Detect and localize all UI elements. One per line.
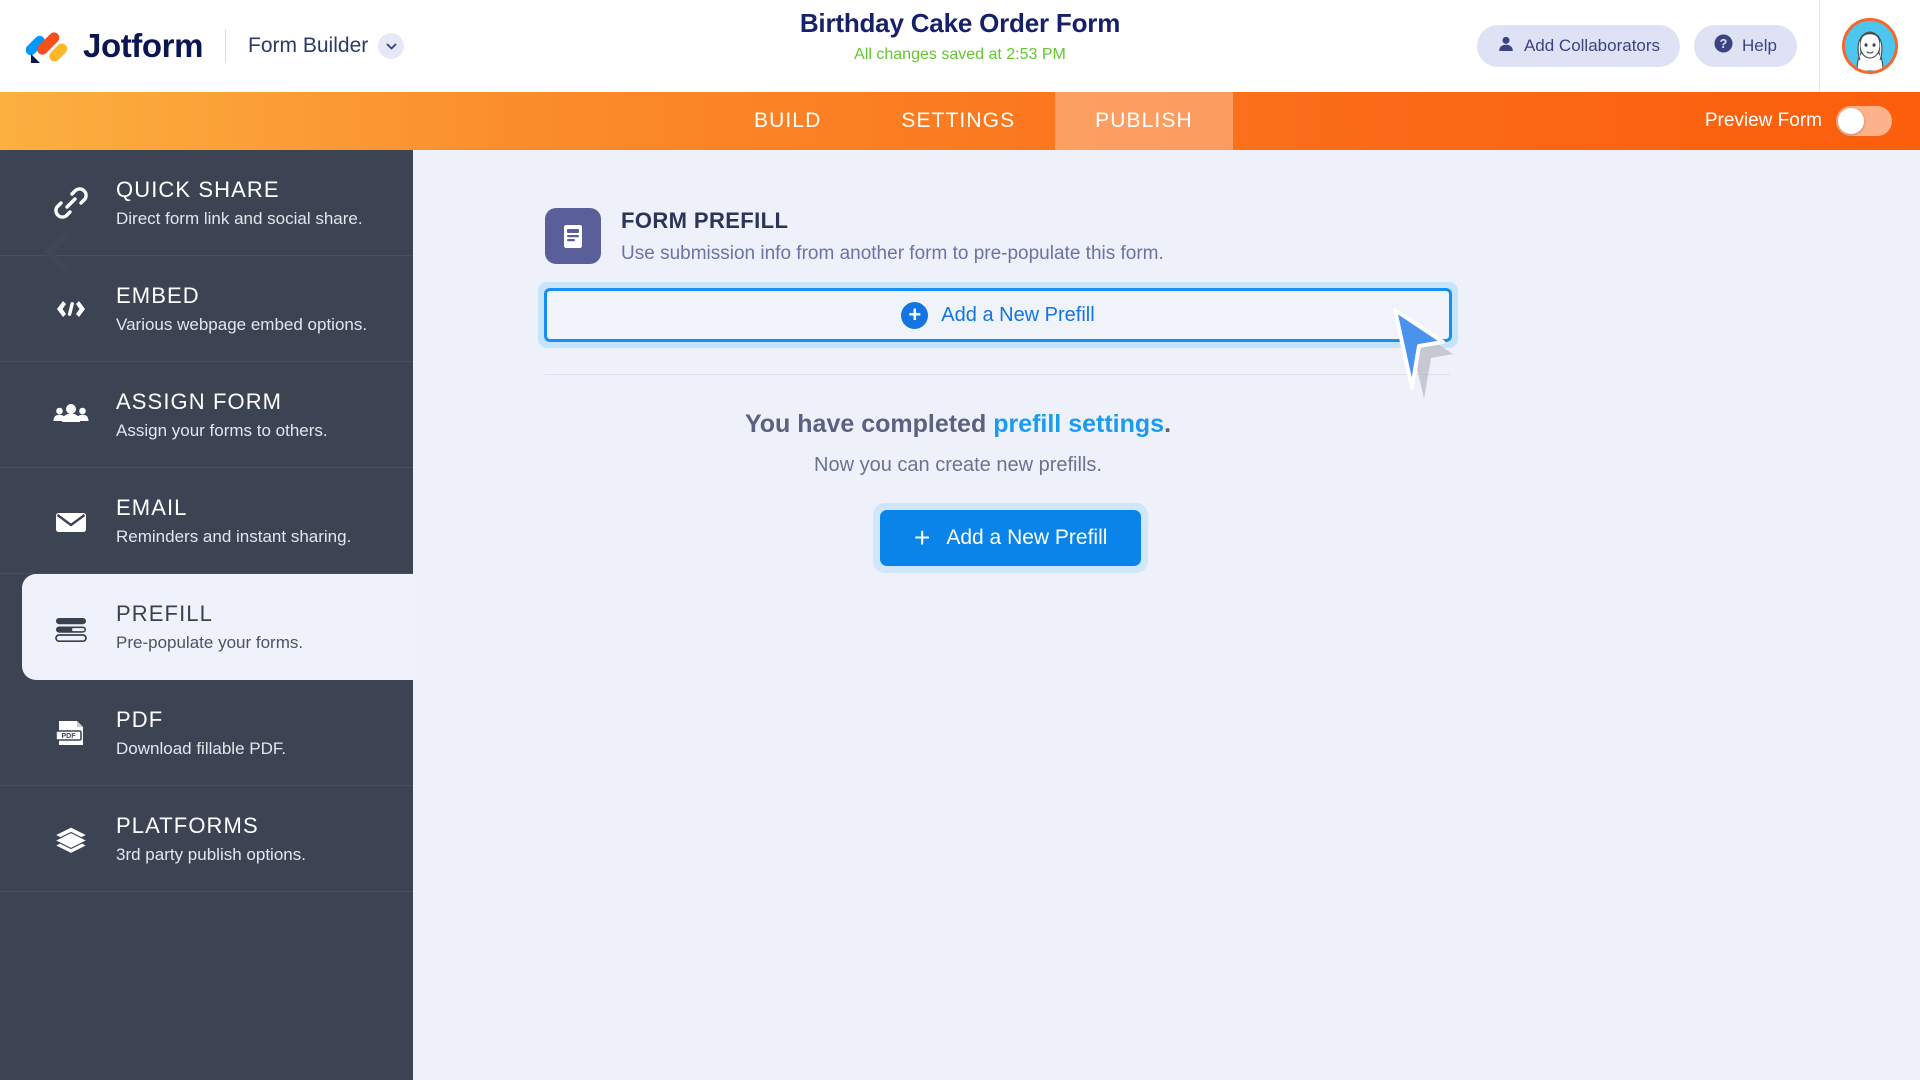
preview-form-label: Preview Form [1704, 110, 1822, 131]
jotform-logo-icon [25, 23, 72, 69]
add-prefill-bar-highlight: + Add a New Prefill [538, 282, 1458, 348]
sidebar-item-title: QUICK SHARE [116, 176, 280, 202]
plus-circle-icon: + [901, 301, 929, 329]
header-divider [225, 29, 227, 63]
preview-form-toggle[interactable] [1836, 106, 1892, 136]
sidebar-item-email[interactable]: EMAIL Reminders and instant sharing. [0, 468, 413, 574]
empty-state-prefix: You have completed [744, 410, 994, 438]
sidebar-item-desc: Pre-populate your forms. [116, 633, 304, 652]
empty-state-line-1: You have completed prefill settings. [413, 410, 1503, 439]
header-actions: Add Collaborators ? Help [1476, 0, 1920, 92]
form-builder-selector[interactable]: Form Builder [248, 33, 405, 59]
svg-text:?: ? [1720, 37, 1728, 51]
panel-title: FORM PREFILL [621, 208, 789, 233]
tab-publish[interactable]: PUBLISH [1055, 92, 1233, 150]
envelope-icon [48, 498, 94, 544]
sidebar-item-platforms[interactable]: PLATFORMS 3rd party publish options. [0, 786, 413, 892]
avatar-divider [1819, 0, 1820, 92]
form-prefill-panel-header: FORM PREFILL Use submission info from an… [545, 208, 1164, 265]
nav-tab-list: BUILD SETTINGS PUBLISH [714, 92, 1233, 150]
add-collaborators-label: Add Collaborators [1523, 36, 1661, 55]
code-brackets-icon [48, 286, 94, 332]
panel-subtitle: Use submission info from another form to… [621, 243, 1164, 264]
layers-icon [48, 816, 94, 862]
toggle-knob [1838, 108, 1864, 134]
empty-state-message: You have completed prefill settings. Now… [413, 410, 1503, 477]
help-label: Help [1742, 36, 1777, 55]
top-header-bar: Jotform Form Builder Birthday Cake Order… [0, 0, 1920, 92]
add-new-prefill-bar-label: Add a New Prefill [941, 303, 1095, 326]
add-new-prefill-button-label: Add a New Prefill [946, 526, 1108, 549]
add-new-prefill-bar[interactable]: + Add a New Prefill [544, 288, 1452, 342]
avatar[interactable] [1842, 18, 1898, 74]
person-icon [1497, 35, 1515, 58]
empty-state-suffix: . [1164, 410, 1172, 438]
add-new-prefill-button-focus-ring: + Add a New Prefill [873, 503, 1149, 573]
sidebar-item-title: PREFILL [116, 601, 213, 626]
document-prefill-icon [545, 208, 601, 264]
people-group-icon [48, 392, 94, 438]
tab-build[interactable]: BUILD [714, 92, 861, 150]
sidebar-item-desc: Reminders and instant sharing. [116, 526, 352, 546]
sidebar-item-title: PLATFORMS [116, 812, 259, 838]
sidebar-item-assign-form[interactable]: ASSIGN FORM Assign your forms to others. [0, 362, 413, 468]
sidebar-item-desc: Assign your forms to others. [116, 420, 328, 440]
preview-form-toggle-group[interactable]: Preview Form [1705, 92, 1892, 150]
pdf-file-icon: PDF [48, 710, 94, 756]
sidebar-item-title: EMAIL [116, 494, 188, 520]
brand-logo-group[interactable]: Jotform [0, 23, 203, 69]
sidebar-item-desc: Various webpage embed options. [116, 314, 368, 334]
help-button[interactable]: ? Help [1694, 25, 1797, 67]
publish-navbar: BUILD SETTINGS PUBLISH Preview Form [0, 92, 1920, 150]
form-builder-label: Form Builder [248, 34, 369, 57]
tab-settings[interactable]: SETTINGS [861, 92, 1055, 150]
plus-icon: + [914, 522, 931, 553]
prefill-bars-icon [48, 604, 94, 650]
empty-state-line-2: Now you can create new prefills. [814, 454, 1102, 476]
sidebar-item-pdf[interactable]: PDF PDF Download fillable PDF. [0, 680, 413, 786]
chevron-left-icon[interactable] [40, 231, 74, 279]
sidebar-item-title: EMBED [116, 282, 200, 308]
sidebar-item-desc: Download fillable PDF. [116, 738, 287, 758]
brand-name: Jotform [83, 27, 204, 64]
sidebar-item-desc: 3rd party publish options. [116, 844, 306, 864]
svg-text:PDF: PDF [62, 733, 77, 740]
content-divider [545, 374, 1450, 375]
question-mark-icon: ? [1714, 34, 1733, 58]
publish-sidebar: QUICK SHARE Direct form link and social … [0, 150, 413, 1080]
prefill-settings-link[interactable]: prefill settings [993, 410, 1164, 438]
add-collaborators-button[interactable]: Add Collaborators [1476, 25, 1681, 67]
add-new-prefill-button[interactable]: + Add a New Prefill [880, 510, 1142, 566]
link-icon [48, 180, 94, 226]
sidebar-item-title: PDF [116, 706, 164, 732]
chevron-down-icon[interactable] [378, 33, 405, 59]
sidebar-item-title: ASSIGN FORM [116, 388, 283, 414]
sidebar-item-desc: Direct form link and social share. [116, 208, 363, 228]
sidebar-item-prefill[interactable]: PREFILL Pre-populate your forms. [22, 574, 413, 680]
